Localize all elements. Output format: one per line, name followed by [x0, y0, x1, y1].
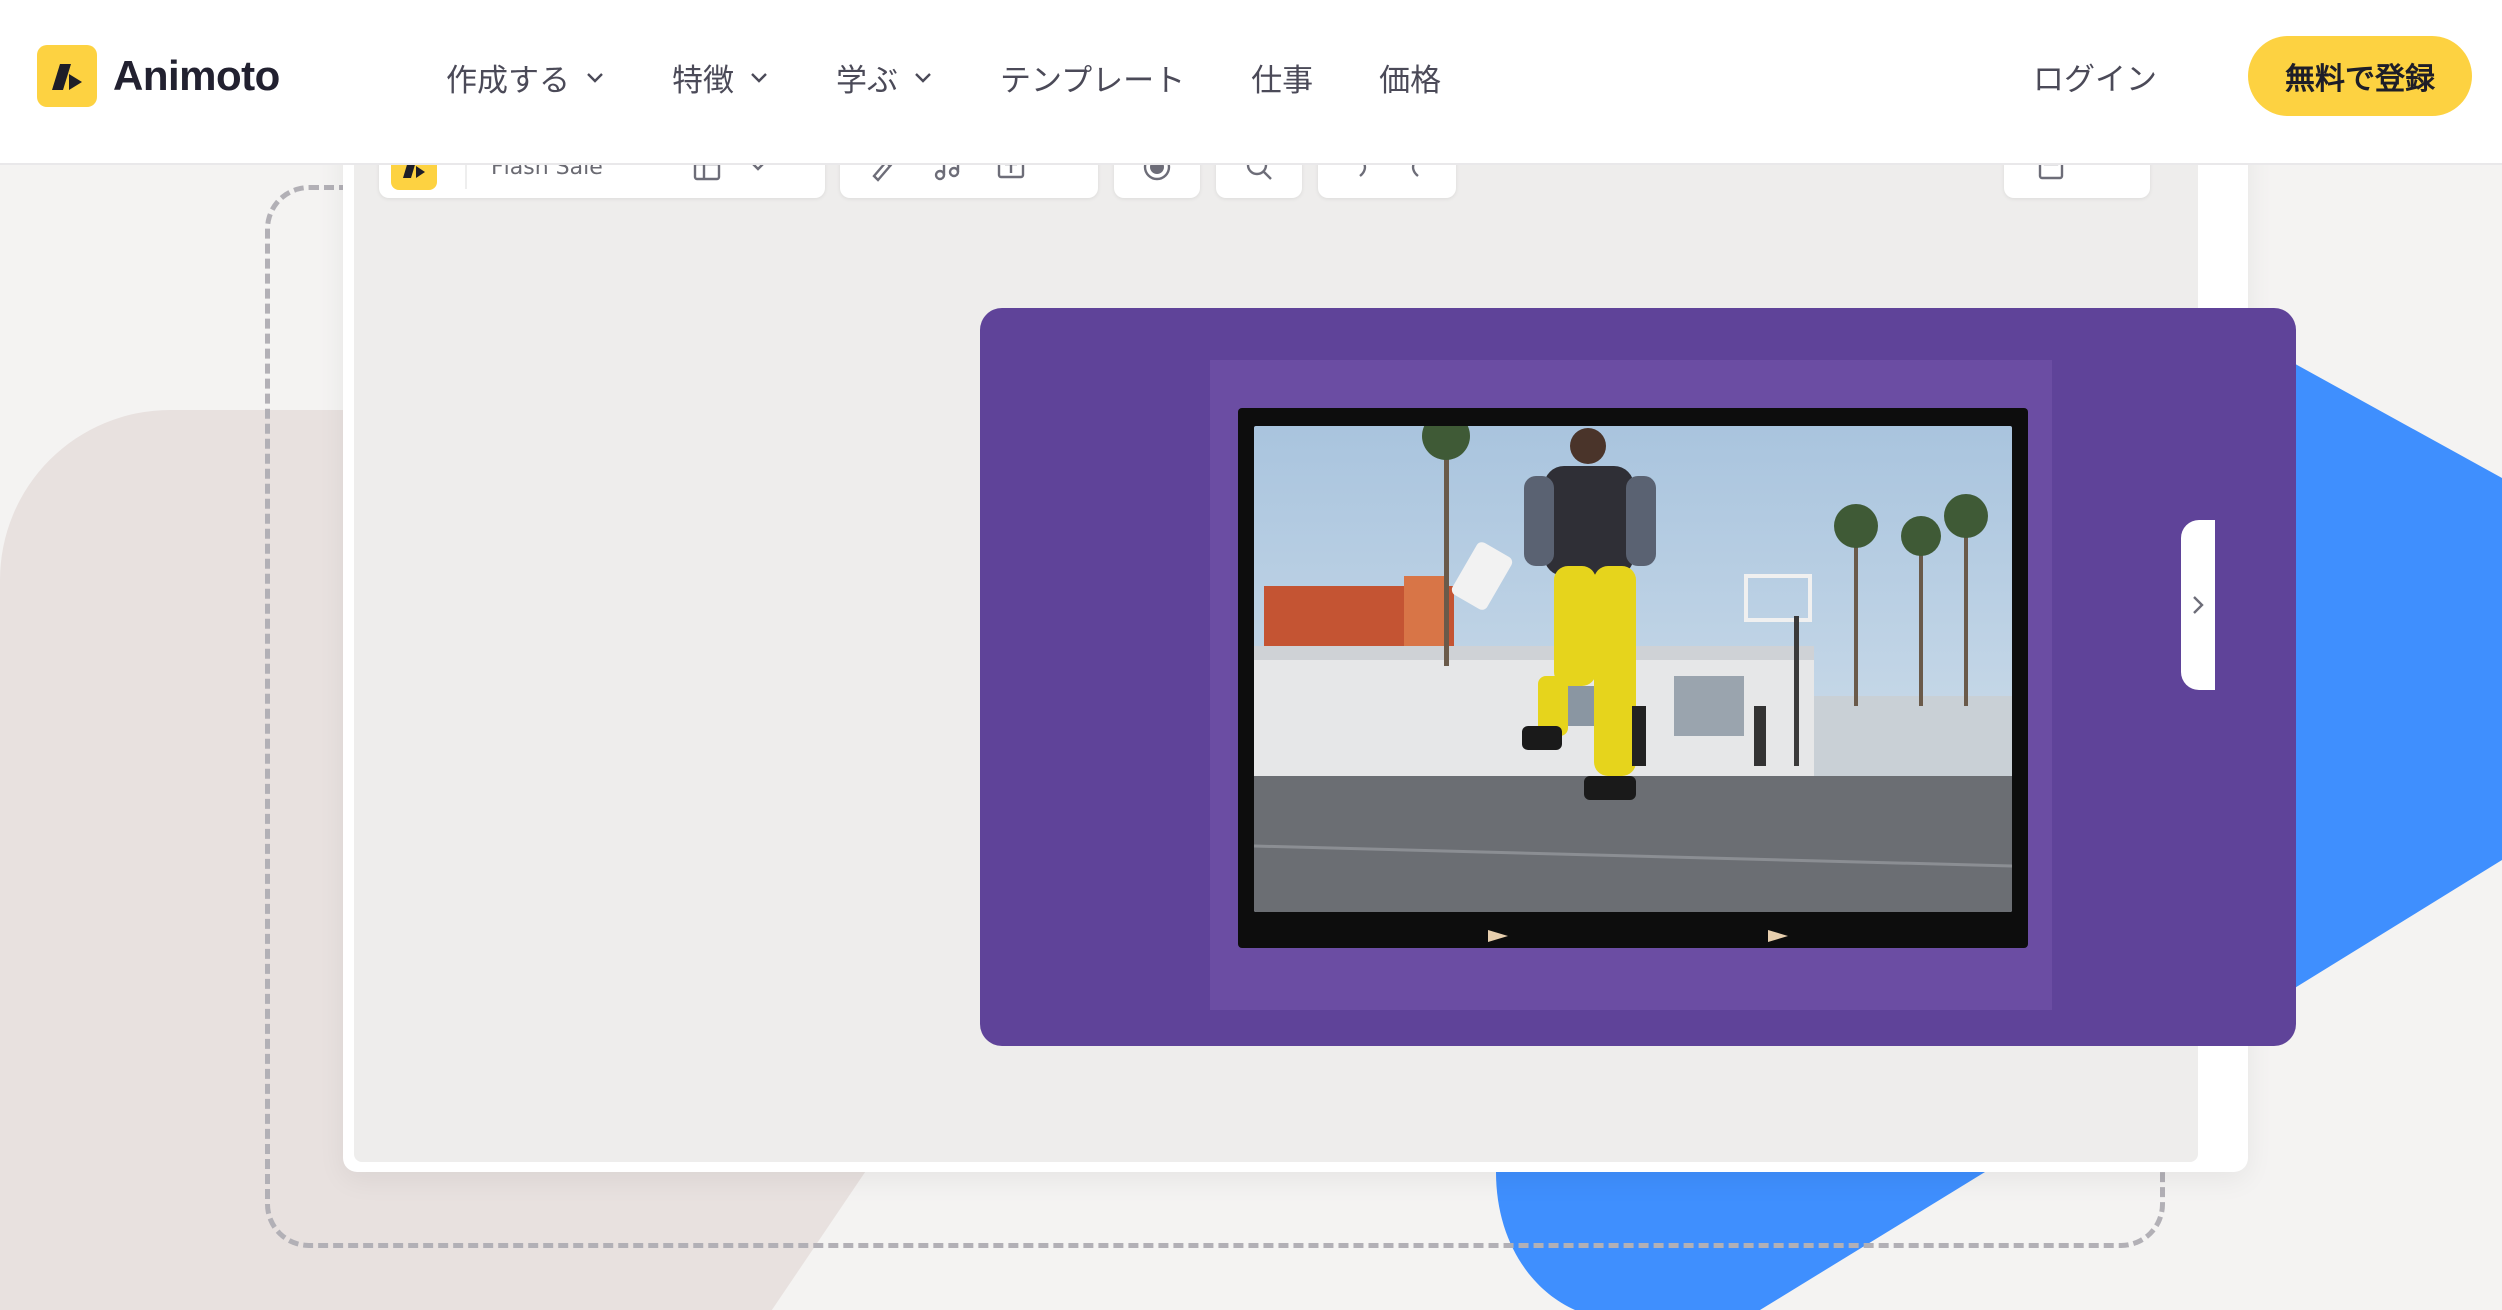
editor-preview-window: Flash Sale: [343, 112, 2296, 1172]
video-preview[interactable]: [980, 308, 2296, 1046]
animoto-logo-icon: [37, 45, 97, 107]
nav-item-create[interactable]: 作成する: [446, 55, 606, 100]
nav-item-learn[interactable]: 学ぶ: [836, 55, 934, 100]
film-sprocket-right: [1768, 930, 1788, 942]
nav-item-label: 価格: [1379, 62, 1442, 99]
panel-toggle[interactable]: [2181, 520, 2215, 690]
nav-item-label: 特徴: [672, 62, 734, 99]
brand-name: Animoto: [113, 52, 280, 99]
chevron-right-icon: [2193, 596, 2204, 614]
nav-item-label: テンプレート: [1000, 62, 1186, 99]
nav-item-templates[interactable]: テンプレート: [1000, 55, 1185, 100]
chevron-down-icon: [751, 73, 767, 83]
brand-logo[interactable]: Animoto: [37, 45, 280, 107]
video-still-image: [1254, 426, 2012, 912]
signup-button[interactable]: 無料で登録: [2248, 36, 2472, 116]
nav-item-business[interactable]: 仕事: [1251, 55, 1313, 100]
login-link[interactable]: ログイン: [2033, 50, 2157, 102]
nav-item-pricing[interactable]: 価格: [1379, 55, 1441, 100]
film-sprocket-left: [1488, 930, 1508, 942]
site-header: Animoto 作成する 特徴 学ぶ テンプレート 仕事 価格 ログイン 無料で…: [0, 0, 2502, 165]
nav-item-label: 作成する: [446, 62, 570, 99]
nav-item-features[interactable]: 特徴: [672, 55, 770, 100]
film-frame: [1238, 408, 2028, 948]
chevron-down-icon: [587, 73, 603, 83]
main-nav: 作成する 特徴 学ぶ テンプレート 仕事 価格: [446, 46, 1441, 108]
nav-item-label: 仕事: [1251, 62, 1314, 99]
editor-canvas: Flash Sale: [354, 112, 2296, 1162]
nav-item-label: 学ぶ: [836, 62, 898, 99]
chevron-down-icon: [915, 73, 931, 83]
